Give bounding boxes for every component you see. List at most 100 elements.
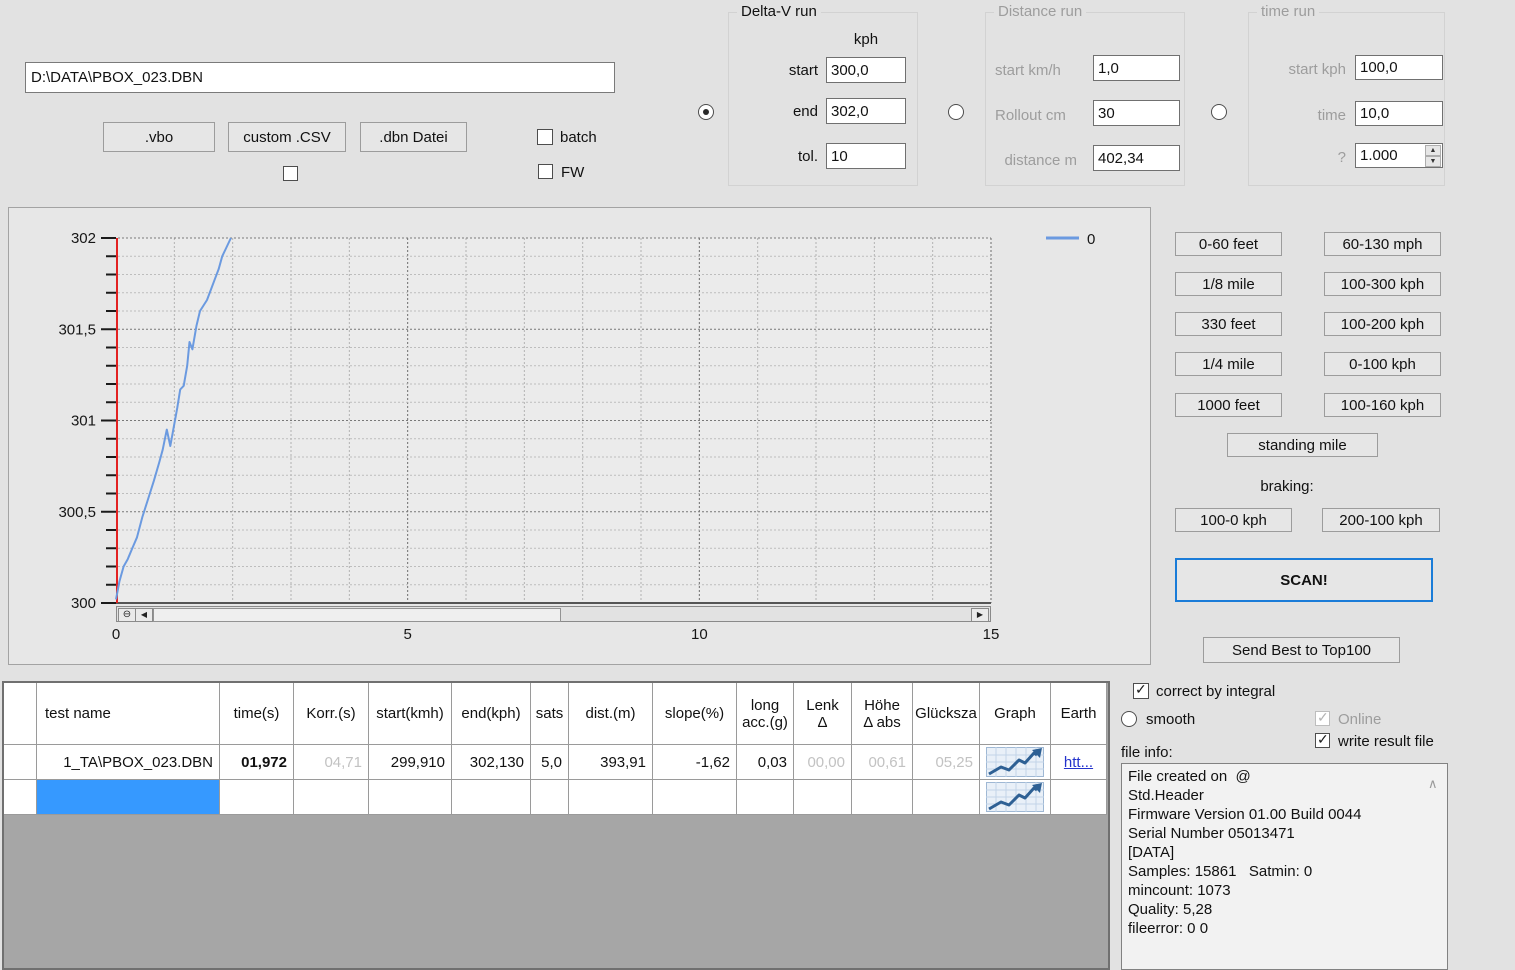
scroll-right-icon[interactable]: ▶	[971, 608, 989, 622]
table-cell[interactable]	[294, 780, 369, 815]
chart-panel: 300300,5301301,53020510150 ⊖ ◀ ▶	[8, 207, 1151, 665]
column-header[interactable]: long acc.(g)	[737, 683, 794, 745]
rollout-field[interactable]: 30	[1093, 100, 1180, 126]
write-result-file-checkbox[interactable]	[1315, 733, 1330, 748]
table-cell[interactable]	[452, 780, 531, 815]
btn-0-60-feet[interactable]: 0-60 feet	[1175, 232, 1282, 256]
scrollbar-thumb[interactable]	[153, 608, 561, 622]
send-best-button[interactable]: Send Best to Top100	[1203, 637, 1400, 663]
chart-scrollbar[interactable]: ⊖ ◀ ▶	[116, 606, 991, 622]
row-header-cell	[4, 683, 37, 745]
column-header[interactable]: start(kmh)	[369, 683, 452, 745]
zoom-out-icon[interactable]: ⊖	[118, 608, 136, 622]
btn-330-feet[interactable]: 330 feet	[1175, 312, 1282, 336]
table-cell[interactable]	[653, 780, 737, 815]
table-cell[interactable]	[913, 780, 980, 815]
start-speed-field[interactable]: 300,0	[826, 57, 906, 83]
file-path-input[interactable]	[25, 62, 615, 93]
btn-0-100-kph[interactable]: 0-100 kph	[1324, 352, 1441, 376]
table-row[interactable]	[4, 780, 1108, 815]
smooth-radio[interactable]	[1121, 711, 1137, 727]
table-cell[interactable]: 05,25	[913, 745, 980, 780]
file-info-text[interactable]: File created on @ Std.Header Firmware Ve…	[1121, 763, 1448, 970]
spinner-down-icon[interactable]: ▼	[1425, 156, 1441, 167]
factor-spinner[interactable]: 1.000 ▲ ▼	[1355, 143, 1443, 168]
table-cell[interactable]: 5,0	[531, 745, 569, 780]
correct-by-integral-checkbox[interactable]	[1133, 683, 1149, 699]
table-cell[interactable]	[737, 780, 794, 815]
earth-link[interactable]: htt...	[1064, 754, 1093, 771]
column-header[interactable]: slope(%)	[653, 683, 737, 745]
table-cell[interactable]: 299,910	[369, 745, 452, 780]
table-cell[interactable]	[1051, 780, 1107, 815]
start-kmh-label: start km/h	[995, 60, 1077, 80]
table-cell[interactable]: 0,03	[737, 745, 794, 780]
table-cell[interactable]: 302,130	[452, 745, 531, 780]
table-cell[interactable]	[37, 780, 220, 815]
scroll-left-icon[interactable]: ◀	[135, 608, 153, 622]
table-cell[interactable]	[980, 745, 1051, 780]
graph-icon[interactable]	[986, 782, 1044, 812]
spinner-up-icon[interactable]: ▲	[1425, 145, 1441, 156]
end-speed-field[interactable]: 302,0	[826, 98, 906, 124]
table-cell[interactable]: htt...	[1051, 745, 1107, 780]
btn-1-4-mile[interactable]: 1/4 mile	[1175, 352, 1282, 376]
delta-v-radio[interactable]	[698, 104, 714, 120]
table-cell[interactable]: 00,61	[852, 745, 913, 780]
column-header[interactable]: Lenk Δ	[794, 683, 852, 745]
dbn-datei-button[interactable]: .dbn Datei	[360, 122, 467, 152]
column-header[interactable]: dist.(m)	[569, 683, 653, 745]
batch-checkbox[interactable]	[537, 129, 553, 145]
table-cell[interactable]: 01,972	[220, 745, 294, 780]
column-header[interactable]: Korr.(s)	[294, 683, 369, 745]
column-header[interactable]: time(s)	[220, 683, 294, 745]
batch-label: batch	[560, 128, 597, 146]
table-cell[interactable]: -1,62	[653, 745, 737, 780]
fw-checkbox[interactable]	[538, 164, 553, 179]
table-row[interactable]: 1_TA\PBOX_023.DBN01,97204,71299,910302,1…	[4, 745, 1108, 780]
btn-100-200-kph[interactable]: 100-200 kph	[1324, 312, 1441, 336]
distance-start-field[interactable]: 1,0	[1093, 55, 1180, 81]
btn-100-0-kph[interactable]: 100-0 kph	[1175, 508, 1292, 532]
column-header[interactable]: sats	[531, 683, 569, 745]
row-header-cell[interactable]	[4, 745, 37, 780]
table-cell[interactable]	[220, 780, 294, 815]
table-cell[interactable]	[369, 780, 452, 815]
table-cell[interactable]: 393,91	[569, 745, 653, 780]
table-cell[interactable]	[531, 780, 569, 815]
tolerance-field[interactable]: 10	[826, 143, 906, 169]
column-header[interactable]: test name	[37, 683, 220, 745]
row-header-cell[interactable]	[4, 780, 37, 815]
table-cell[interactable]: 04,71	[294, 745, 369, 780]
distance-radio[interactable]	[948, 104, 964, 120]
time-group-title: time run	[1257, 3, 1319, 20]
time-field[interactable]: 10,0	[1355, 101, 1443, 126]
btn-100-160-kph[interactable]: 100-160 kph	[1324, 393, 1441, 417]
table-cell[interactable]	[794, 780, 852, 815]
scan-button[interactable]: SCAN!	[1175, 558, 1433, 602]
graph-icon[interactable]	[986, 747, 1044, 777]
vbo-button[interactable]: .vbo	[103, 122, 215, 152]
btn-1-8-mile[interactable]: 1/8 mile	[1175, 272, 1282, 296]
column-header[interactable]: Graph	[980, 683, 1051, 745]
table-cell[interactable]: 1_TA\PBOX_023.DBN	[37, 745, 220, 780]
custom-csv-button[interactable]: custom .CSV	[228, 122, 346, 152]
btn-standing-mile[interactable]: standing mile	[1227, 433, 1378, 457]
btn-100-300-kph[interactable]: 100-300 kph	[1324, 272, 1441, 296]
column-header[interactable]: Earth	[1051, 683, 1107, 745]
csv-option-checkbox[interactable]	[283, 166, 298, 181]
table-cell[interactable]	[980, 780, 1051, 815]
table-cell[interactable]: 00,00	[794, 745, 852, 780]
table-cell[interactable]	[569, 780, 653, 815]
column-header[interactable]: Glücksza	[913, 683, 980, 745]
table-cell[interactable]	[852, 780, 913, 815]
distance-m-field[interactable]: 402,34	[1093, 145, 1180, 171]
column-header[interactable]: Höhe Δ abs	[852, 683, 913, 745]
column-header[interactable]: end(kph)	[452, 683, 531, 745]
btn-200-100-kph[interactable]: 200-100 kph	[1322, 508, 1440, 532]
time-radio[interactable]	[1211, 104, 1227, 120]
btn-60-130-mph[interactable]: 60-130 mph	[1324, 232, 1441, 256]
btn-1000-feet[interactable]: 1000 feet	[1175, 393, 1282, 417]
scroll-up-icon[interactable]: ∧	[1428, 776, 1438, 792]
time-start-field[interactable]: 100,0	[1355, 55, 1443, 80]
